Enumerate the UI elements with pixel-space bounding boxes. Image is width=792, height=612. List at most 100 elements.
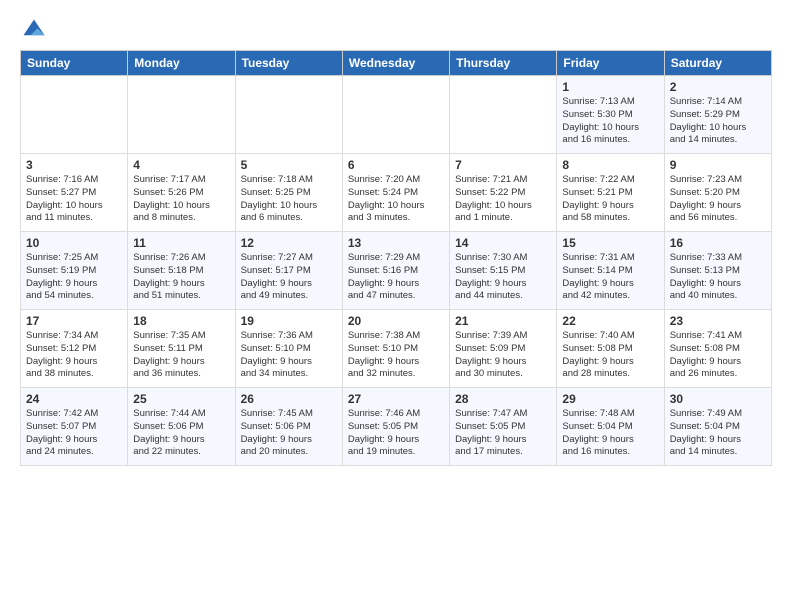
cell-text: Sunrise: 7:48 AM Sunset: 5:04 PM Dayligh… — [562, 408, 658, 459]
calendar-cell: 5 Sunrise: 7:18 AM Sunset: 5:25 PM Daylig… — [235, 154, 342, 232]
day-number: 17 — [26, 314, 122, 328]
cell-text: Sunrise: 7:23 AM Sunset: 5:20 PM Dayligh… — [670, 174, 766, 225]
day-number: 15 — [562, 236, 658, 250]
calendar-cell: 21 Sunrise: 7:39 AM Sunset: 5:09 PM Dayli… — [450, 310, 557, 388]
calendar-cell: 4 Sunrise: 7:17 AM Sunset: 5:26 PM Daylig… — [128, 154, 235, 232]
day-number: 1 — [562, 80, 658, 94]
calendar-cell: 18 Sunrise: 7:35 AM Sunset: 5:11 PM Dayli… — [128, 310, 235, 388]
calendar-cell: 3 Sunrise: 7:16 AM Sunset: 5:27 PM Daylig… — [21, 154, 128, 232]
calendar-cell: 25 Sunrise: 7:44 AM Sunset: 5:06 PM Dayli… — [128, 388, 235, 466]
cell-text: Sunrise: 7:14 AM Sunset: 5:29 PM Dayligh… — [670, 96, 766, 147]
calendar-cell: 20Sunrise: 7:38 AM Sunset: 5:10 PM Dayli… — [342, 310, 449, 388]
day-number: 18 — [133, 314, 229, 328]
day-number: 11 — [133, 236, 229, 250]
cell-text: Sunrise: 7:42 AM Sunset: 5:07 PM Dayligh… — [26, 408, 122, 459]
day-number: 4 — [133, 158, 229, 172]
calendar-cell: 11 Sunrise: 7:26 AM Sunset: 5:18 PM Dayli… — [128, 232, 235, 310]
calendar-cell: 17 Sunrise: 7:34 AM Sunset: 5:12 PM Dayli… — [21, 310, 128, 388]
cell-text: Sunrise: 7:27 AM Sunset: 5:17 PM Dayligh… — [241, 252, 337, 303]
cell-text: Sunrise: 7:34 AM Sunset: 5:12 PM Dayligh… — [26, 330, 122, 381]
cell-text: Sunrise: 7:47 AM Sunset: 5:05 PM Dayligh… — [455, 408, 551, 459]
day-number: 16 — [670, 236, 766, 250]
day-number: 24 — [26, 392, 122, 406]
cell-text: Sunrise: 7:31 AM Sunset: 5:14 PM Dayligh… — [562, 252, 658, 303]
calendar-week-row: 1 Sunrise: 7:13 AM Sunset: 5:30 PM Daylig… — [21, 76, 772, 154]
day-number: 5 — [241, 158, 337, 172]
calendar-cell: 14 Sunrise: 7:30 AM Sunset: 5:15 PM Dayli… — [450, 232, 557, 310]
calendar-cell: 16 Sunrise: 7:33 AM Sunset: 5:13 PM Dayli… — [664, 232, 771, 310]
calendar-week-row: 24 Sunrise: 7:42 AM Sunset: 5:07 PM Dayli… — [21, 388, 772, 466]
calendar-cell: 30Sunrise: 7:49 AM Sunset: 5:04 PM Dayli… — [664, 388, 771, 466]
weekday-header-tuesday: Tuesday — [235, 51, 342, 76]
calendar-cell: 28 Sunrise: 7:47 AM Sunset: 5:05 PM Dayli… — [450, 388, 557, 466]
calendar-cell: 13Sunrise: 7:29 AM Sunset: 5:16 PM Dayli… — [342, 232, 449, 310]
calendar-cell — [235, 76, 342, 154]
day-number: 8 — [562, 158, 658, 172]
cell-text: Sunrise: 7:21 AM Sunset: 5:22 PM Dayligh… — [455, 174, 551, 225]
day-number: 7 — [455, 158, 551, 172]
calendar-cell: 19 Sunrise: 7:36 AM Sunset: 5:10 PM Dayli… — [235, 310, 342, 388]
calendar-cell: 29Sunrise: 7:48 AM Sunset: 5:04 PM Dayli… — [557, 388, 664, 466]
cell-text: Sunrise: 7:25 AM Sunset: 5:19 PM Dayligh… — [26, 252, 122, 303]
calendar-cell — [21, 76, 128, 154]
calendar-cell: 23 Sunrise: 7:41 AM Sunset: 5:08 PM Dayli… — [664, 310, 771, 388]
cell-text: Sunrise: 7:45 AM Sunset: 5:06 PM Dayligh… — [241, 408, 337, 459]
cell-text: Sunrise: 7:39 AM Sunset: 5:09 PM Dayligh… — [455, 330, 551, 381]
cell-text: Sunrise: 7:38 AM Sunset: 5:10 PM Dayligh… — [348, 330, 444, 381]
day-number: 2 — [670, 80, 766, 94]
cell-text: Sunrise: 7:49 AM Sunset: 5:04 PM Dayligh… — [670, 408, 766, 459]
calendar-cell: 10 Sunrise: 7:25 AM Sunset: 5:19 PM Dayli… — [21, 232, 128, 310]
day-number: 12 — [241, 236, 337, 250]
logo-icon — [20, 16, 48, 44]
cell-text: Sunrise: 7:20 AM Sunset: 5:24 PM Dayligh… — [348, 174, 444, 225]
day-number: 19 — [241, 314, 337, 328]
cell-text: Sunrise: 7:18 AM Sunset: 5:25 PM Dayligh… — [241, 174, 337, 225]
calendar-cell: 9 Sunrise: 7:23 AM Sunset: 5:20 PM Daylig… — [664, 154, 771, 232]
calendar-cell — [450, 76, 557, 154]
logo — [20, 16, 52, 44]
cell-text: Sunrise: 7:35 AM Sunset: 5:11 PM Dayligh… — [133, 330, 229, 381]
day-number: 13 — [348, 236, 444, 250]
day-number: 26 — [241, 392, 337, 406]
cell-text: Sunrise: 7:16 AM Sunset: 5:27 PM Dayligh… — [26, 174, 122, 225]
day-number: 9 — [670, 158, 766, 172]
cell-text: Sunrise: 7:17 AM Sunset: 5:26 PM Dayligh… — [133, 174, 229, 225]
calendar-cell: 22 Sunrise: 7:40 AM Sunset: 5:08 PM Dayli… — [557, 310, 664, 388]
calendar-cell: 12 Sunrise: 7:27 AM Sunset: 5:17 PM Dayli… — [235, 232, 342, 310]
cell-text: Sunrise: 7:33 AM Sunset: 5:13 PM Dayligh… — [670, 252, 766, 303]
weekday-header-friday: Friday — [557, 51, 664, 76]
page: SundayMondayTuesdayWednesdayThursdayFrid… — [0, 0, 792, 476]
calendar-cell — [128, 76, 235, 154]
cell-text: Sunrise: 7:41 AM Sunset: 5:08 PM Dayligh… — [670, 330, 766, 381]
day-number: 28 — [455, 392, 551, 406]
cell-text: Sunrise: 7:44 AM Sunset: 5:06 PM Dayligh… — [133, 408, 229, 459]
calendar-cell: 8 Sunrise: 7:22 AM Sunset: 5:21 PM Daylig… — [557, 154, 664, 232]
day-number: 14 — [455, 236, 551, 250]
weekday-header-wednesday: Wednesday — [342, 51, 449, 76]
calendar-week-row: 3 Sunrise: 7:16 AM Sunset: 5:27 PM Daylig… — [21, 154, 772, 232]
day-number: 21 — [455, 314, 551, 328]
cell-text: Sunrise: 7:13 AM Sunset: 5:30 PM Dayligh… — [562, 96, 658, 147]
calendar-week-row: 17 Sunrise: 7:34 AM Sunset: 5:12 PM Dayli… — [21, 310, 772, 388]
calendar-cell: 27Sunrise: 7:46 AM Sunset: 5:05 PM Dayli… — [342, 388, 449, 466]
day-number: 10 — [26, 236, 122, 250]
calendar-cell: 1 Sunrise: 7:13 AM Sunset: 5:30 PM Daylig… — [557, 76, 664, 154]
weekday-header-thursday: Thursday — [450, 51, 557, 76]
calendar-week-row: 10 Sunrise: 7:25 AM Sunset: 5:19 PM Dayli… — [21, 232, 772, 310]
weekday-header-saturday: Saturday — [664, 51, 771, 76]
weekday-header-monday: Monday — [128, 51, 235, 76]
cell-text: Sunrise: 7:36 AM Sunset: 5:10 PM Dayligh… — [241, 330, 337, 381]
cell-text: Sunrise: 7:26 AM Sunset: 5:18 PM Dayligh… — [133, 252, 229, 303]
calendar-cell — [342, 76, 449, 154]
cell-text: Sunrise: 7:46 AM Sunset: 5:05 PM Dayligh… — [348, 408, 444, 459]
calendar-cell: 6Sunrise: 7:20 AM Sunset: 5:24 PM Daylig… — [342, 154, 449, 232]
cell-text: Sunrise: 7:22 AM Sunset: 5:21 PM Dayligh… — [562, 174, 658, 225]
calendar-cell: 7 Sunrise: 7:21 AM Sunset: 5:22 PM Daylig… — [450, 154, 557, 232]
cell-text: Sunrise: 7:30 AM Sunset: 5:15 PM Dayligh… — [455, 252, 551, 303]
cell-text: Sunrise: 7:40 AM Sunset: 5:08 PM Dayligh… — [562, 330, 658, 381]
day-number: 3 — [26, 158, 122, 172]
day-number: 23 — [670, 314, 766, 328]
weekday-header-row: SundayMondayTuesdayWednesdayThursdayFrid… — [21, 51, 772, 76]
day-number: 22 — [562, 314, 658, 328]
day-number: 25 — [133, 392, 229, 406]
